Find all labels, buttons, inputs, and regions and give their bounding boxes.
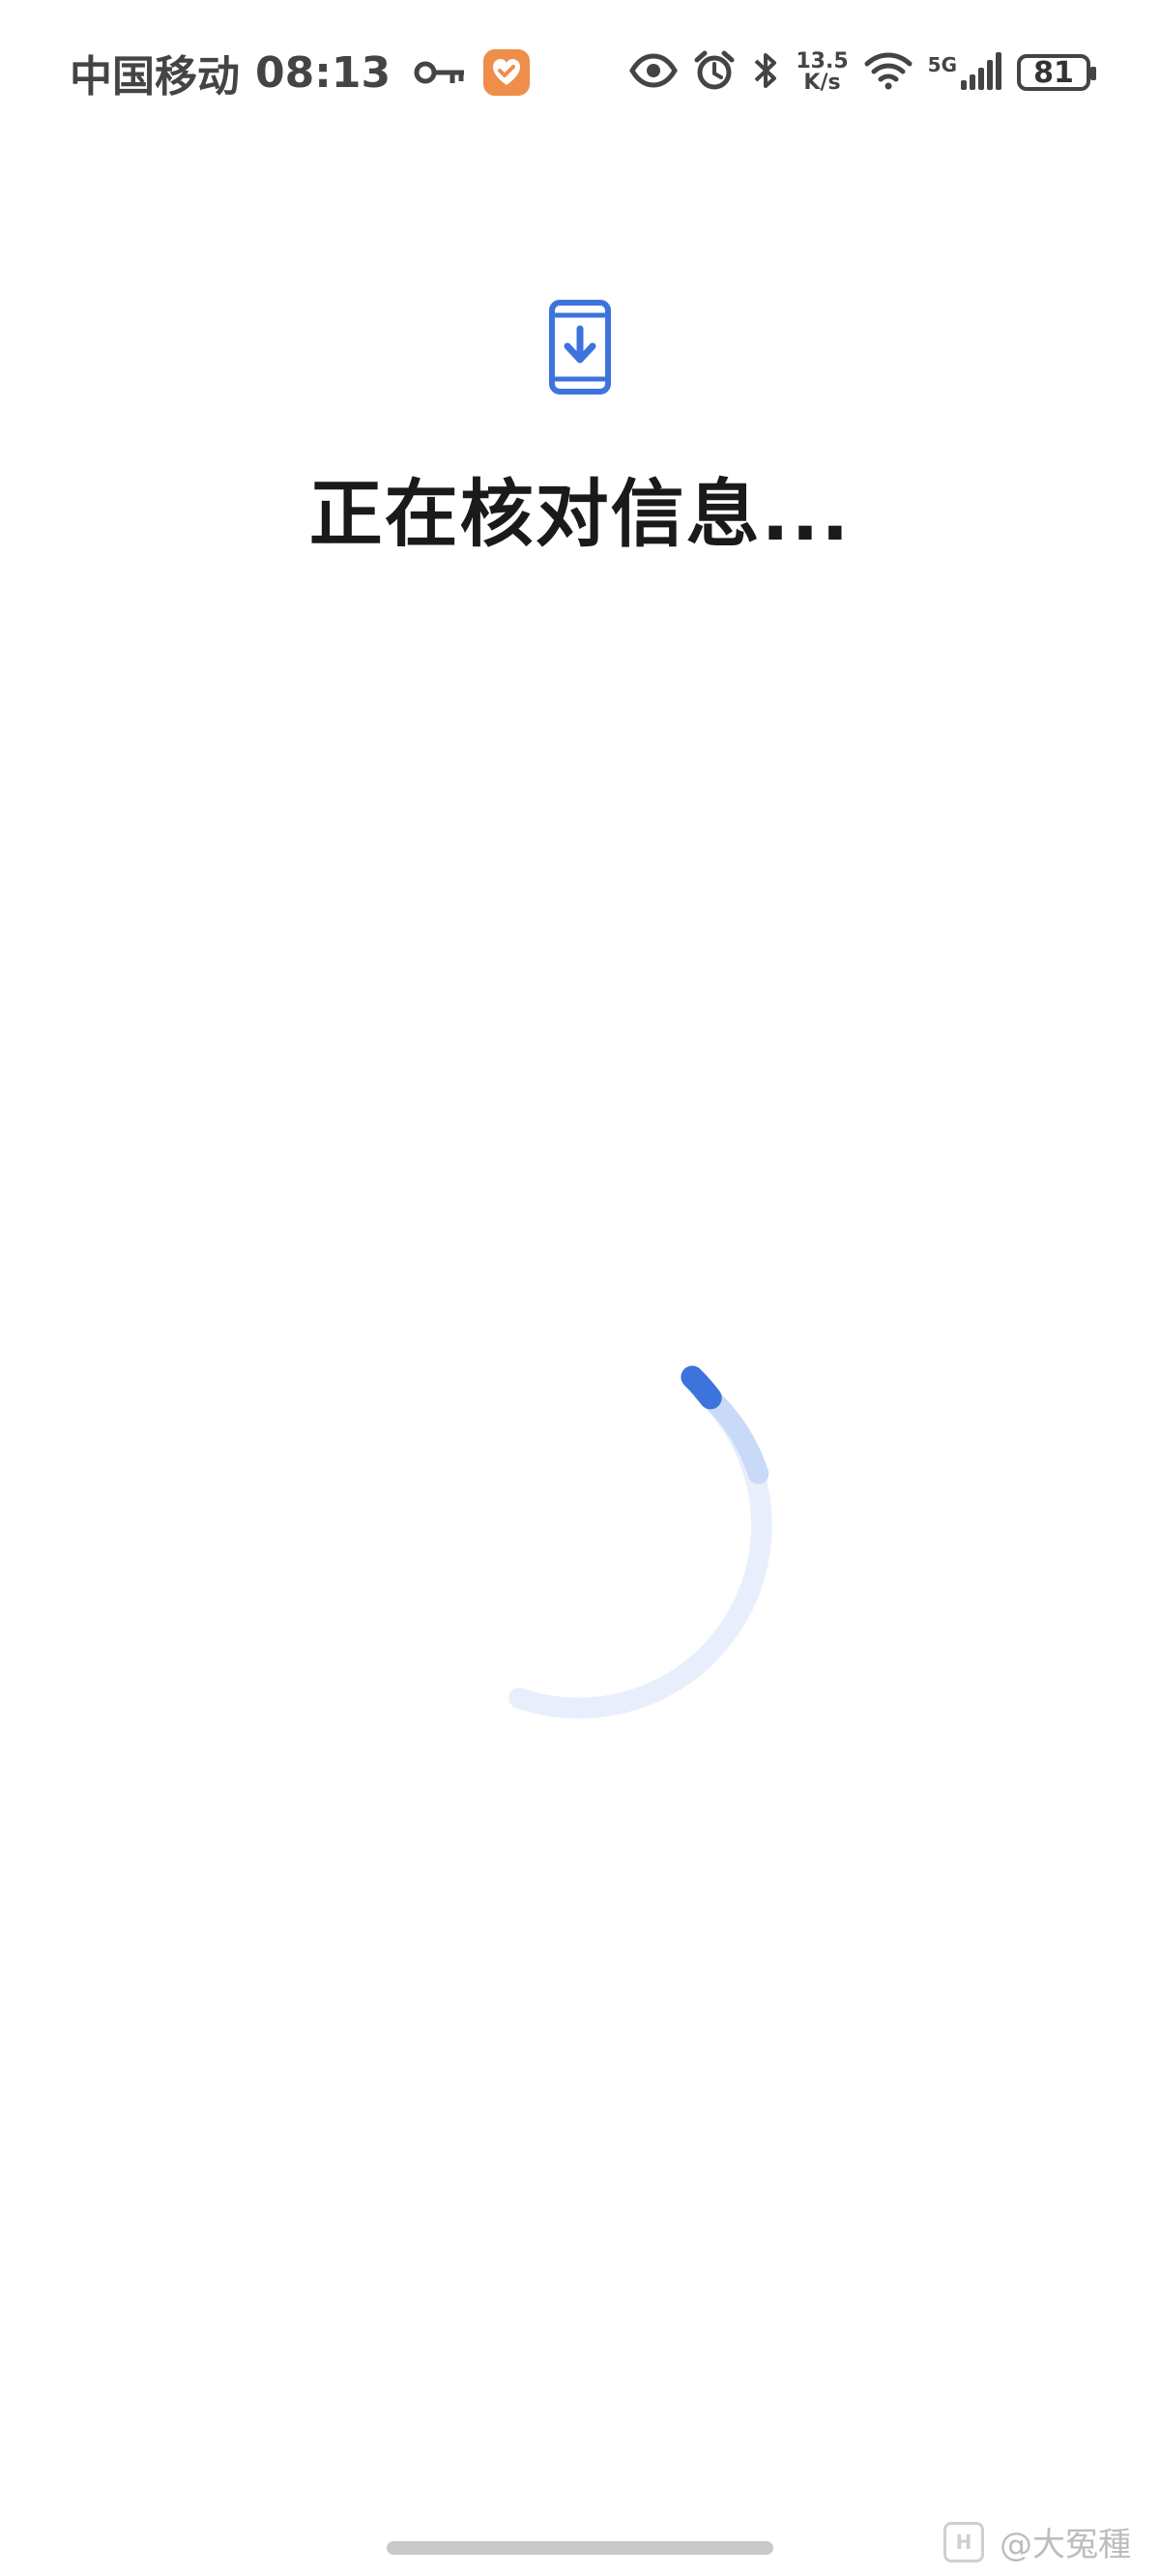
network-type: 5G bbox=[927, 53, 957, 76]
app-notification-icon bbox=[483, 49, 531, 96]
phone-download-icon bbox=[549, 300, 611, 395]
watermark-text: @大冤種 bbox=[1000, 2526, 1131, 2564]
alarm-icon bbox=[693, 49, 736, 96]
cellular-signal: 5G bbox=[928, 51, 1001, 94]
status-bar: 中国移动 08:13 13.5 K/s 5G 81 bbox=[0, 0, 1160, 145]
speed-unit: K/s bbox=[803, 71, 841, 95]
network-speed: 13.5 K/s bbox=[796, 51, 848, 94]
speed-value: 13.5 bbox=[796, 49, 849, 73]
page-title: 正在核对信息... bbox=[308, 471, 852, 557]
status-right: 13.5 K/s 5G 81 bbox=[629, 39, 1096, 106]
watermark: H @大冤種 bbox=[943, 2518, 1131, 2565]
bluetooth-icon bbox=[751, 49, 780, 96]
loading-spinner bbox=[377, 1323, 783, 1733]
eye-icon bbox=[629, 53, 679, 92]
home-indicator[interactable] bbox=[387, 2541, 773, 2555]
watermark-logo-icon: H bbox=[943, 2521, 984, 2562]
key-icon bbox=[414, 58, 466, 87]
battery-icon: 81 bbox=[1017, 54, 1096, 91]
wifi-icon bbox=[864, 51, 913, 94]
signal-icon bbox=[961, 51, 1001, 94]
status-left: 中国移动 08:13 bbox=[70, 39, 531, 106]
carrier-name: 中国移动 bbox=[70, 52, 240, 102]
clock-time: 08:13 bbox=[255, 47, 392, 98]
battery-level: 81 bbox=[1033, 55, 1074, 90]
